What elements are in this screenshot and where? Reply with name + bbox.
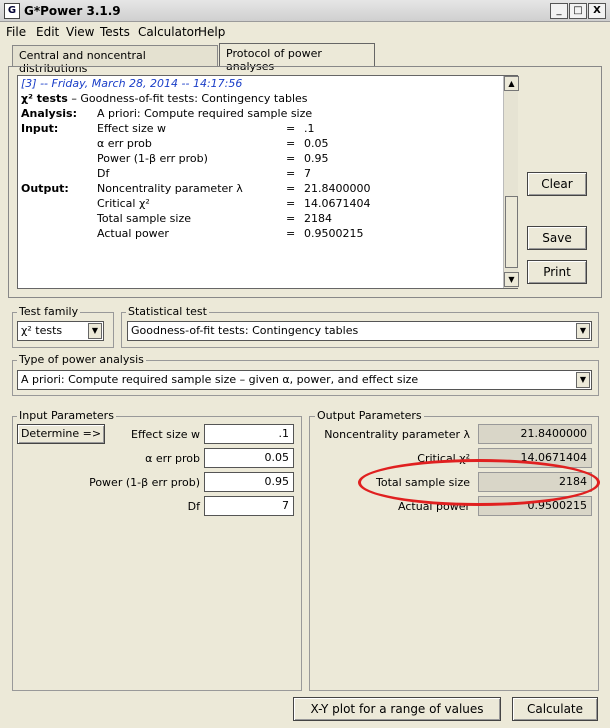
input-parameters-label: Input Parameters bbox=[17, 409, 116, 422]
df-input[interactable]: 7 bbox=[204, 496, 294, 516]
print-button[interactable]: Print bbox=[527, 260, 587, 284]
protocol-equals: = bbox=[286, 137, 296, 150]
noncentrality-label: Noncentrality parameter λ bbox=[324, 428, 470, 441]
protocol-input-name: Df bbox=[97, 167, 110, 180]
menu-file[interactable]: File bbox=[6, 25, 26, 39]
test-family-label: Test family bbox=[17, 305, 81, 318]
close-button[interactable]: X bbox=[588, 3, 606, 19]
protocol-input-value: .1 bbox=[304, 122, 315, 135]
save-button[interactable]: Save bbox=[527, 226, 587, 250]
power-input[interactable]: 0.95 bbox=[204, 472, 294, 492]
protocol-output-value: 2184 bbox=[304, 212, 332, 225]
noncentrality-output: 21.8400000 bbox=[478, 424, 592, 444]
menu-calculator[interactable]: Calculator bbox=[138, 25, 199, 39]
scroll-up-arrow-icon[interactable]: ▲ bbox=[504, 76, 519, 91]
gpower-logo-icon: G bbox=[4, 3, 20, 19]
protocol-output-name: Total sample size bbox=[97, 212, 192, 225]
protocol-output-value: 14.0671404 bbox=[304, 197, 371, 210]
protocol-output-value: 0.9500215 bbox=[304, 227, 364, 240]
effect-size-input[interactable]: .1 bbox=[204, 424, 294, 444]
xy-plot-button[interactable]: X-Y plot for a range of values bbox=[293, 697, 501, 721]
df-label: Df bbox=[187, 500, 200, 513]
clear-button[interactable]: Clear bbox=[527, 172, 587, 196]
tab-protocol[interactable]: Protocol of power analyses bbox=[219, 43, 375, 73]
protocol-scrollbar[interactable]: ▲ ▼ bbox=[503, 76, 519, 288]
protocol-header: [3] -- Friday, March 28, 2014 -- 14:17:5… bbox=[21, 77, 243, 90]
protocol-equals: = bbox=[286, 227, 296, 240]
protocol-equals: = bbox=[286, 122, 296, 135]
protocol-analysis-label: Analysis: bbox=[21, 107, 77, 120]
window-title: G*Power 3.1.9 bbox=[24, 4, 121, 18]
scroll-thumb[interactable] bbox=[505, 196, 518, 268]
alpha-err-input[interactable]: 0.05 bbox=[204, 448, 294, 468]
protocol-output-name: Noncentrality parameter λ bbox=[97, 182, 243, 195]
chevron-down-icon[interactable]: ▼ bbox=[88, 323, 102, 339]
tab-distributions[interactable]: Central and noncentral distributions bbox=[12, 45, 218, 75]
menu-tests[interactable]: Tests bbox=[100, 25, 130, 39]
statistical-test-value: Goodness-of-fit tests: Contingency table… bbox=[131, 324, 359, 337]
maximize-button[interactable]: □ bbox=[569, 3, 587, 19]
protocol-input-name: Effect size w bbox=[97, 122, 166, 135]
protocol-output-value: 21.8400000 bbox=[304, 182, 371, 195]
scroll-down-arrow-icon[interactable]: ▼ bbox=[504, 272, 519, 287]
protocol-input-value: 0.05 bbox=[304, 137, 329, 150]
protocol-test-family: χ² tests bbox=[21, 92, 68, 105]
chevron-down-icon[interactable]: ▼ bbox=[576, 372, 590, 388]
menu-view[interactable]: View bbox=[66, 25, 94, 39]
protocol-equals: = bbox=[286, 152, 296, 165]
protocol-output-name: Critical χ² bbox=[97, 197, 150, 210]
menu-bar: File Edit View Tests Calculator Help bbox=[0, 22, 610, 42]
protocol-equals: = bbox=[286, 197, 296, 210]
effect-size-label: Effect size w bbox=[131, 428, 200, 441]
alpha-err-label: α err prob bbox=[145, 452, 200, 465]
protocol-text-area[interactable]: [3] -- Friday, March 28, 2014 -- 14:17:5… bbox=[17, 75, 518, 289]
protocol-input-name: Power (1-β err prob) bbox=[97, 152, 208, 165]
protocol-output-name: Actual power bbox=[97, 227, 169, 240]
title-bar: G G*Power 3.1.9 _ □ X bbox=[0, 0, 610, 22]
statistical-test-label: Statistical test bbox=[126, 305, 209, 318]
protocol-equals: = bbox=[286, 212, 296, 225]
test-family-value: χ² tests bbox=[21, 324, 63, 337]
protocol-output-label: Output: bbox=[21, 182, 69, 195]
protocol-input-value: 7 bbox=[304, 167, 311, 180]
chevron-down-icon[interactable]: ▼ bbox=[576, 323, 590, 339]
protocol-input-label: Input: bbox=[21, 122, 59, 135]
statistical-test-select[interactable]: Goodness-of-fit tests: Contingency table… bbox=[127, 321, 592, 341]
calculate-button[interactable]: Calculate bbox=[512, 697, 598, 721]
protocol-equals: = bbox=[286, 167, 296, 180]
determine-button[interactable]: Determine => bbox=[17, 424, 105, 444]
menu-edit[interactable]: Edit bbox=[36, 25, 59, 39]
test-family-select[interactable]: χ² tests ▼ bbox=[17, 321, 104, 341]
minimize-button[interactable]: _ bbox=[550, 3, 568, 19]
power-analysis-label: Type of power analysis bbox=[17, 353, 146, 366]
power-label: Power (1-β err prob) bbox=[89, 476, 200, 489]
protocol-test-title: – Goodness-of-fit tests: Contingency tab… bbox=[67, 92, 308, 105]
protocol-analysis-value: A priori: Compute required sample size bbox=[97, 107, 313, 120]
power-analysis-value: A priori: Compute required sample size –… bbox=[21, 373, 419, 386]
output-parameters-label: Output Parameters bbox=[315, 409, 424, 422]
protocol-input-value: 0.95 bbox=[304, 152, 329, 165]
highlight-ellipse bbox=[358, 459, 600, 506]
menu-help[interactable]: Help bbox=[198, 25, 225, 39]
protocol-input-name: α err prob bbox=[97, 137, 152, 150]
power-analysis-select[interactable]: A priori: Compute required sample size –… bbox=[17, 370, 592, 390]
protocol-equals: = bbox=[286, 182, 296, 195]
